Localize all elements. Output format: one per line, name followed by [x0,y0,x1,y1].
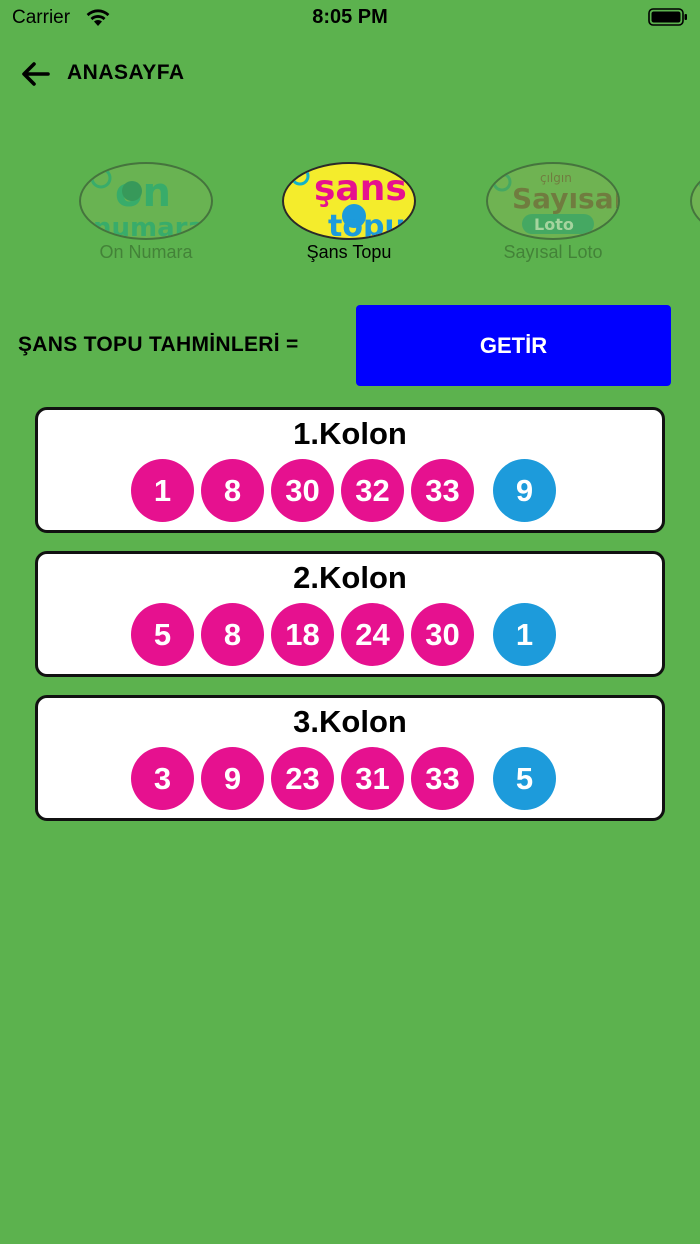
sans-topu-logo: şans topu [282,162,416,240]
kolon-title: 1.Kolon [293,416,407,451]
sayisal-loto-logo: çılgın Sayısal Loto [486,162,620,240]
on-numara-logo-bottom: numara [93,213,205,240]
game-label-sans-topu: Şans Topu [306,242,392,262]
kolon-title: 2.Kolon [293,560,407,595]
number-balls: 5 8 18 24 30 1 [131,603,571,667]
game-label-sayisal-loto: Sayısal Loto [503,242,603,262]
game-sayisal-loto[interactable]: çılgın Sayısal Loto Sayısal Loto [472,158,632,268]
kolon-title: 3.Kolon [293,704,407,739]
bonus-ball: 5 [493,747,556,810]
kolon-card: 3.Kolon 3 9 23 31 33 5 [35,695,665,821]
battery-icon [648,8,687,26]
bonus-ball: 1 [493,603,556,666]
number-ball: 24 [341,603,404,666]
number-ball: 8 [201,603,264,666]
bonus-ball: 9 [493,459,556,522]
number-ball: 30 [271,459,334,522]
number-ball: 33 [411,459,474,522]
clock: 8:05 PM [312,6,388,28]
number-balls: 3 9 23 31 33 5 [131,747,571,811]
number-ball: 32 [341,459,404,522]
status-bar: Carrier 8:05 PM [0,0,700,36]
game-label-on-numara: On Numara [99,242,193,262]
number-ball: 18 [271,603,334,666]
number-ball: 1 [131,459,194,522]
nav-title[interactable]: ANASAYFA [67,61,185,85]
sayisal-loto-logo-top: Sayısal [512,182,620,215]
next-game-logo [690,162,700,240]
kolon-card: 1.Kolon 1 8 30 32 33 9 [35,407,665,533]
number-ball: 31 [341,747,404,810]
getir-button[interactable]: GETİR [356,305,671,386]
number-ball: 30 [411,603,474,666]
on-numara-logo: on numara [79,162,213,240]
prompt-label: ŞANS TOPU TAHMİNLERİ = [18,333,299,356]
game-next-partial[interactable] [676,158,700,268]
game-selector: on numara On Numara şans topu Şans Topu … [0,158,700,268]
number-ball: 33 [411,747,474,810]
kolon-card: 2.Kolon 5 8 18 24 30 1 [35,551,665,677]
number-ball: 8 [201,459,264,522]
sayisal-loto-logo-bottom: Loto [534,215,574,234]
number-ball: 9 [201,747,264,810]
number-ball: 23 [271,747,334,810]
nav-bar: ANASAYFA [0,52,700,96]
game-sans-topu[interactable]: şans topu Şans Topu [268,158,428,268]
number-balls: 1 8 30 32 33 9 [131,459,571,523]
sans-topu-logo-top: şans [314,168,407,209]
game-on-numara[interactable]: on numara On Numara [65,158,225,268]
number-ball: 3 [131,747,194,810]
number-ball: 5 [131,603,194,666]
arrow-left-icon[interactable] [18,58,52,90]
sans-topu-logo-bottom: topu [328,209,406,240]
